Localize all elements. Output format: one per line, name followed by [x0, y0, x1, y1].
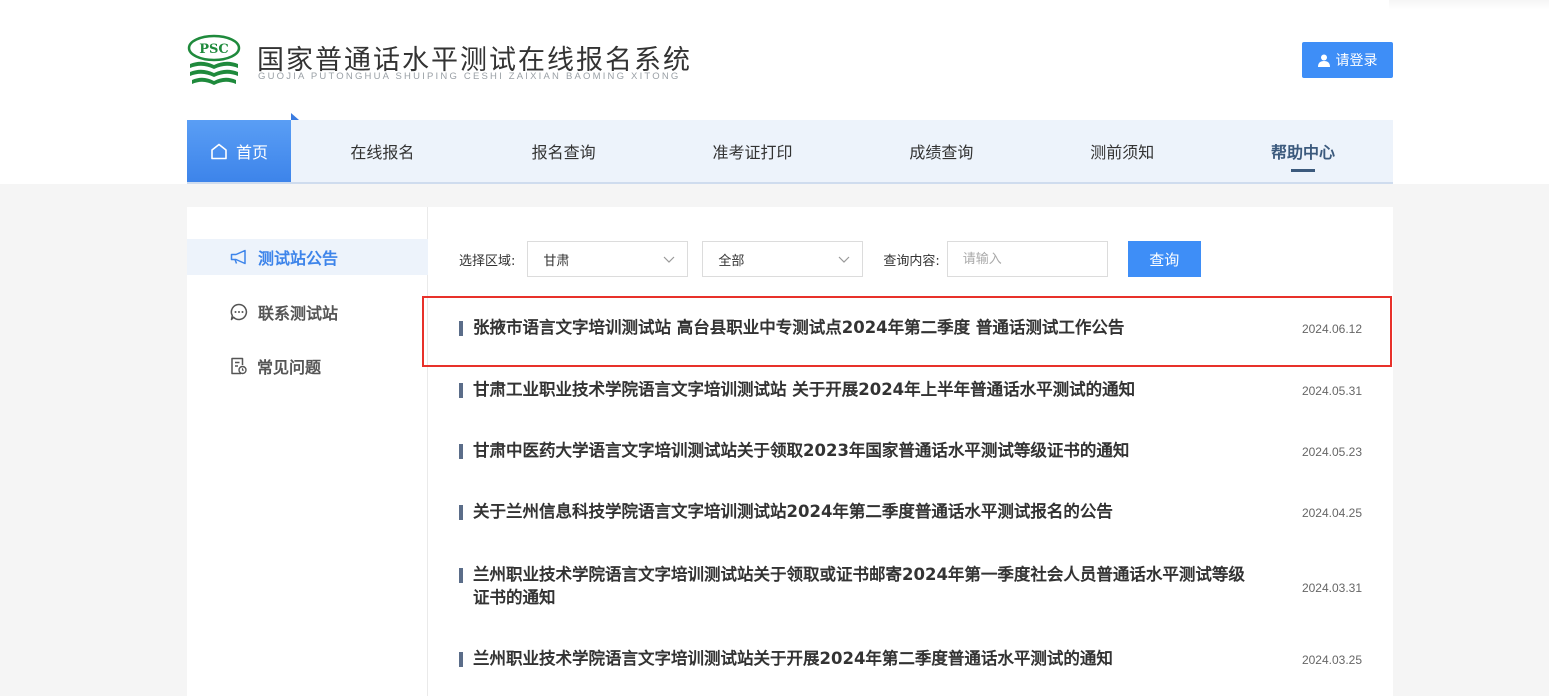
search-button[interactable]: 查询: [1127, 241, 1201, 277]
list-item-marker: [459, 444, 463, 459]
list-item[interactable]: 张掖市语言文字培训测试站 高台县职业中专测试点2024年第二季度 普通话测试工作…: [459, 297, 1362, 360]
sidebar-item-faq[interactable]: 常见问题: [187, 348, 428, 384]
list-item-marker: [459, 652, 463, 667]
header-shadow: [1389, 0, 1549, 10]
logo-text: PSC: [199, 42, 229, 57]
list-item[interactable]: 甘肃中医药大学语言文字培训测试站关于领取2023年国家普通话水平测试等级证书的通…: [459, 421, 1362, 482]
list-item-title[interactable]: 甘肃工业职业技术学院语言文字培训测试站 关于开展2024年上半年普通话水平测试的…: [473, 378, 1253, 401]
nav-item-admission-ticket[interactable]: 准考证打印: [654, 120, 852, 182]
list-item-date: 2024.05.31: [1301, 384, 1362, 398]
chevron-down-icon: [838, 256, 850, 263]
list-item[interactable]: 关于兰州信息科技学院语言文字培训测试站2024年第二季度普通话水平测试报名的公告…: [459, 482, 1362, 543]
sidebar-item-contact[interactable]: 联系测试站: [187, 294, 428, 330]
list-item-title[interactable]: 关于兰州信息科技学院语言文字培训测试站2024年第二季度普通话水平测试报名的公告: [473, 500, 1253, 523]
nav-item-score-query[interactable]: 成绩查询: [851, 120, 1031, 182]
query-label: 查询内容:: [883, 253, 940, 269]
list-item-marker: [459, 321, 463, 336]
megaphone-icon: [230, 249, 246, 265]
list-item[interactable]: 兰州职业技术学院语言文字培训测试站关于开展2024年第二季度普通话水平测试的通知…: [459, 628, 1362, 688]
list-item[interactable]: 甘肃工业职业技术学院语言文字培训测试站 关于开展2024年上半年普通话水平测试的…: [459, 360, 1362, 421]
list-item-date: 2024.03.25: [1301, 653, 1362, 667]
list-item[interactable]: 兰州职业技术学院语言文字培训测试站关于领取或证书邮寄2024年第一季度社会人员普…: [459, 543, 1362, 628]
site-subtitle: GUOJIA PUTONGHUA SHUIPING CESHI ZAIXIAN …: [258, 71, 681, 82]
list-item-title[interactable]: 甘肃中医药大学语言文字培训测试站关于领取2023年国家普通话水平测试等级证书的通…: [473, 439, 1253, 462]
list-item-title[interactable]: 张掖市语言文字培训测试站 高台县职业中专测试点2024年第二季度 普通话测试工作…: [473, 316, 1253, 339]
nav-label: 成绩查询: [909, 143, 974, 162]
user-icon: [1317, 54, 1330, 67]
main-nav: 首页 在线报名 报名查询 准考证打印 成绩查询 测前须知 帮助中心: [187, 113, 1393, 184]
nav-item-pre-test-notice[interactable]: 测前须知: [1031, 120, 1213, 182]
chat-icon: [230, 303, 248, 321]
document-clock-icon: [231, 357, 247, 375]
nav-label: 帮助中心: [1271, 143, 1336, 162]
scope-select-value: 全部: [718, 253, 745, 269]
chevron-down-icon: [663, 256, 675, 263]
sidebar-item-label: 常见问题: [257, 358, 322, 377]
list-item-title[interactable]: 兰州职业技术学院语言文字培训测试站关于开展2024年第二季度普通话水平测试的通知: [473, 647, 1253, 670]
sidebar-item-announcements[interactable]: 测试站公告: [187, 239, 428, 275]
list-item-date: 2024.04.25: [1301, 506, 1362, 520]
list-item-date: 2024.03.31: [1301, 581, 1362, 595]
nav-item-home[interactable]: 首页: [187, 113, 299, 182]
psc-logo[interactable]: PSC: [186, 34, 242, 88]
filter-bar: 选择区域: 甘肃 全部 查询内容: 查询: [459, 241, 1201, 277]
nav-label: 在线报名: [350, 143, 415, 162]
login-label: 请登录: [1335, 53, 1378, 69]
list-item-date: 2024.05.23: [1301, 445, 1362, 459]
nav-item-online-registration[interactable]: 在线报名: [291, 120, 474, 182]
header: PSC 国家普通话水平测试在线报名系统 GUOJIA PUTONGHUA SHU…: [0, 0, 1549, 184]
content-panel: 测试站公告 联系测试站 常见问题 选择区域: 甘肃 全部 查询内容: 请输入 查…: [187, 207, 1393, 696]
nav-label: 测前须知: [1090, 143, 1155, 162]
sidebar: 测试站公告 联系测试站 常见问题: [187, 207, 428, 696]
scope-select[interactable]: 全部: [702, 241, 864, 277]
query-input[interactable]: [946, 241, 1108, 277]
nav-item-help-center[interactable]: 帮助中心: [1213, 120, 1393, 182]
nav-label: 报名查询: [531, 143, 596, 162]
list-item-marker: [459, 505, 463, 520]
region-select[interactable]: 甘肃: [527, 241, 689, 277]
sidebar-item-label: 测试站公告: [258, 249, 339, 268]
nav-label: 准考证打印: [712, 143, 793, 162]
list-item-date: 2024.06.12: [1301, 322, 1362, 336]
list-item-marker: [459, 568, 463, 583]
region-select-value: 甘肃: [543, 253, 570, 269]
home-icon: [211, 143, 227, 159]
list-item-marker: [459, 383, 463, 398]
nav-label: 首页: [235, 143, 268, 162]
region-label: 选择区域:: [459, 253, 516, 269]
login-button[interactable]: 请登录: [1302, 42, 1393, 78]
list-item-title[interactable]: 兰州职业技术学院语言文字培训测试站关于领取或证书邮寄2024年第一季度社会人员普…: [473, 563, 1253, 609]
nav-item-registration-query[interactable]: 报名查询: [474, 120, 654, 182]
sidebar-item-label: 联系测试站: [258, 304, 339, 323]
